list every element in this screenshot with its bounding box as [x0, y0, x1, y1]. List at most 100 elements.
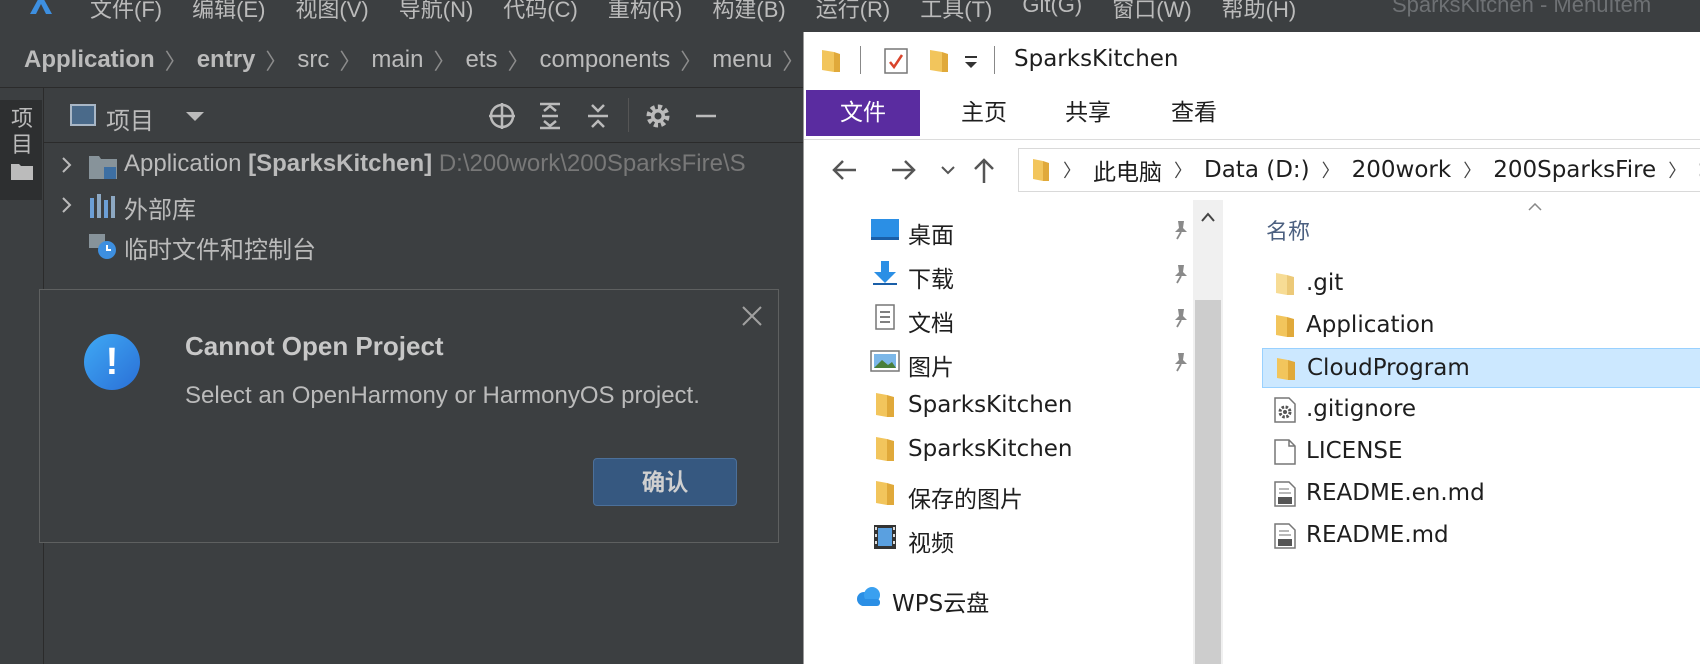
breadcrumb-main[interactable]: main	[371, 46, 423, 74]
ribbon-tab-file[interactable]: 文件	[806, 90, 920, 136]
chevron-right-icon: 〉	[339, 48, 362, 74]
chevron-right-icon[interactable]: 〉	[1463, 157, 1481, 183]
dropdown-caret-icon[interactable]	[186, 112, 204, 121]
ribbon-tab-view[interactable]: 查看	[1154, 90, 1234, 136]
chevron-right-icon: 〉	[265, 48, 288, 74]
tree-node-application[interactable]: Application [SparksKitchen] D:\200work\2…	[44, 145, 805, 185]
nav-pane-scrollbar[interactable]	[1193, 200, 1223, 664]
pin-icon[interactable]	[1172, 220, 1190, 240]
minimize-icon[interactable]	[690, 100, 722, 132]
nav-item-pictures[interactable]: 图片	[804, 340, 1193, 384]
forward-arrow-icon[interactable]	[890, 156, 918, 184]
menu-tools[interactable]: 工具(T)	[920, 0, 992, 24]
expand-all-icon[interactable]	[534, 100, 566, 132]
file-row-license[interactable]: LICENSE	[1262, 432, 1700, 472]
nav-item-sparkskitchen-2[interactable]: SparksKitchen	[804, 428, 1193, 472]
file-row-cloudprogram[interactable]: CloudProgram	[1262, 348, 1700, 388]
address-segment-drive[interactable]: Data (D:)	[1204, 157, 1310, 183]
markdown-file-icon	[1274, 523, 1296, 549]
nav-item-label: SparksKitchen	[908, 436, 1073, 462]
chevron-right-icon[interactable]: 〉	[1322, 157, 1340, 183]
new-folder-icon[interactable]	[928, 48, 950, 74]
menu-edit[interactable]: 编辑(E)	[192, 0, 265, 24]
tree-node-path: D:\200work\200SparksFire\S	[438, 150, 746, 177]
file-row-git[interactable]: .git	[1262, 264, 1700, 304]
breadcrumb-menu[interactable]: menu	[712, 46, 772, 74]
dialog-title: Cannot Open Project	[185, 331, 444, 361]
breadcrumb-entry[interactable]: entry	[197, 46, 256, 74]
menu-window[interactable]: 窗口(W)	[1112, 0, 1191, 24]
file-name: README.en.md	[1306, 480, 1485, 506]
confirm-button[interactable]: 确认	[593, 458, 737, 506]
file-row-application[interactable]: Application	[1262, 306, 1700, 346]
nav-item-saved-pictures[interactable]: 保存的图片	[804, 472, 1193, 516]
close-icon[interactable]	[740, 304, 764, 328]
menu-help[interactable]: 帮助(H)	[1222, 0, 1297, 24]
menu-run[interactable]: 运行(R)	[816, 0, 891, 24]
chevron-right-icon[interactable]: 〉	[1668, 157, 1686, 183]
project-view-label[interactable]: 项目	[106, 101, 154, 136]
folder-icon	[1276, 273, 1294, 295]
address-segment-200work[interactable]: 200work	[1352, 157, 1452, 183]
scrollbar-thumb[interactable]	[1195, 300, 1221, 664]
address-bar[interactable]: 〉 此电脑 〉 Data (D:) 〉 200work 〉 200SparksF…	[1018, 148, 1700, 192]
ribbon-tab-home[interactable]: 主页	[944, 90, 1024, 136]
pin-icon[interactable]	[1172, 264, 1190, 284]
scroll-up-icon[interactable]	[1201, 212, 1215, 222]
column-header-name[interactable]: 名称	[1266, 214, 1310, 246]
menu-git[interactable]: Git(G)	[1022, 0, 1082, 24]
menu-view[interactable]: 视图(V)	[295, 0, 368, 24]
ribbon-tab-share[interactable]: 共享	[1048, 90, 1128, 136]
nav-item-wps-cloud[interactable]: WPS云盘	[804, 576, 1193, 620]
folder-icon	[1033, 159, 1049, 181]
tree-node-label: Application	[124, 150, 242, 177]
document-icon	[875, 304, 895, 330]
blank-file-icon	[1274, 439, 1296, 465]
nav-item-downloads[interactable]: 下载	[804, 252, 1193, 296]
back-arrow-icon[interactable]	[830, 156, 858, 184]
menu-file[interactable]: 文件(F)	[90, 0, 162, 24]
properties-icon[interactable]	[884, 48, 908, 74]
breadcrumb-components[interactable]: components	[539, 46, 670, 74]
nav-item-sparkskitchen-1[interactable]: SparksKitchen	[804, 384, 1193, 428]
project-tab-label: 项目	[10, 106, 33, 157]
menu-navigate[interactable]: 导航(N)	[399, 0, 474, 24]
tree-node-scratches[interactable]: 临时文件和控制台	[44, 225, 805, 265]
breadcrumb-application[interactable]: Application	[24, 46, 155, 74]
chevron-right-icon[interactable]	[58, 155, 76, 175]
collapse-all-icon[interactable]	[582, 100, 614, 132]
ribbon-tabs: 文件 主页 共享 查看	[804, 90, 1700, 140]
tree-node-module-name: [SparksKitchen]	[248, 150, 433, 177]
menu-refactor[interactable]: 重构(R)	[608, 0, 683, 24]
breadcrumb-src[interactable]: src	[297, 46, 329, 74]
recent-locations-icon[interactable]	[940, 156, 956, 184]
titlebar-divider	[860, 46, 861, 74]
nav-item-label: WPS云盘	[892, 591, 990, 617]
file-row-readme-en[interactable]: README.en.md	[1262, 474, 1700, 514]
up-arrow-icon[interactable]	[970, 156, 998, 184]
nav-item-desktop[interactable]: 桌面	[804, 208, 1193, 252]
nav-item-label: 文档	[908, 311, 954, 337]
chevron-right-icon[interactable]: 〉	[1174, 157, 1192, 183]
breadcrumb-ets[interactable]: ets	[465, 46, 497, 74]
menu-build[interactable]: 构建(B)	[712, 0, 785, 24]
menu-code[interactable]: 代码(C)	[503, 0, 578, 24]
project-tool-tab[interactable]: 项目	[0, 100, 42, 200]
file-row-readme[interactable]: README.md	[1262, 516, 1700, 556]
file-name: .git	[1306, 270, 1344, 296]
gear-icon[interactable]	[642, 100, 674, 132]
address-segment-this-pc[interactable]: 此电脑	[1093, 153, 1162, 187]
file-name: LICENSE	[1306, 438, 1403, 464]
tree-node-external-libraries[interactable]: 外部库	[44, 185, 805, 225]
nav-item-videos[interactable]: 视频	[804, 516, 1193, 560]
nav-item-label: 图片	[908, 355, 954, 381]
quick-access-dropdown-icon[interactable]	[962, 48, 980, 74]
pin-icon[interactable]	[1172, 308, 1190, 328]
pin-icon[interactable]	[1172, 352, 1190, 372]
sort-ascending-icon[interactable]	[1528, 203, 1542, 211]
address-segment-200sparksfire[interactable]: 200SparksFire	[1493, 157, 1656, 183]
file-row-gitignore[interactable]: .gitignore	[1262, 390, 1700, 430]
chevron-right-icon[interactable]	[58, 195, 76, 215]
locate-icon[interactable]	[486, 100, 518, 132]
nav-item-documents[interactable]: 文档	[804, 296, 1193, 340]
